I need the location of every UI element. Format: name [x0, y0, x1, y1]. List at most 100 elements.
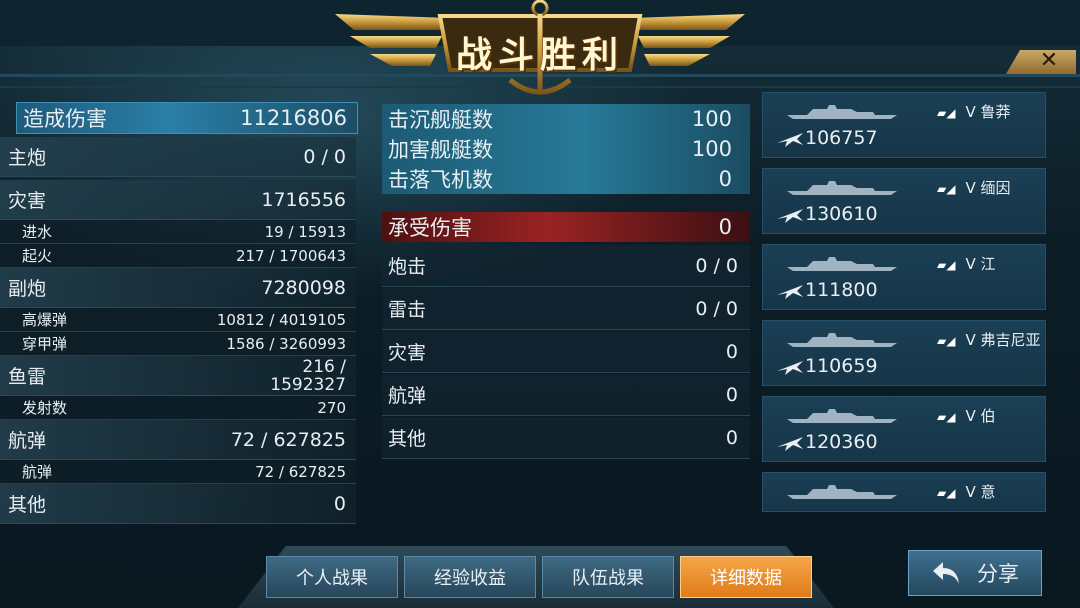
row-label: 发射数 — [22, 399, 68, 417]
row-value: 72 / 627825 — [255, 462, 346, 481]
row-label: 灾害 — [388, 342, 427, 364]
row-label: 航弹 — [8, 430, 47, 452]
victory-title: 战斗胜利 — [455, 35, 624, 76]
row-value: 270 — [317, 398, 346, 417]
damage-row-bombs-sub: 航弹 72 / 627825 — [0, 460, 356, 484]
tab-label: 详细数据 — [710, 568, 782, 589]
damage-row-ap: 穿甲弹 1586 / 3260993 — [0, 332, 356, 356]
row-label: 击落飞机数 — [388, 168, 493, 192]
tab-label: 经验收益 — [434, 568, 506, 589]
row-label: 击沉舰艇数 — [388, 108, 493, 132]
row-label: 进水 — [22, 223, 53, 241]
battleship-icon — [787, 257, 897, 271]
row-value: 100 — [691, 107, 732, 131]
row-label: 主炮 — [8, 147, 47, 169]
row-value: 19 / 15913 — [264, 222, 346, 241]
damage-received-header: 承受伤害 0 — [382, 212, 750, 242]
battleship-icon — [787, 181, 897, 195]
ship-tier: V — [965, 179, 976, 197]
row-label: 副炮 — [8, 278, 47, 300]
battleship-icon — [787, 485, 897, 499]
damage-row-launched: 发射数 270 — [0, 396, 356, 420]
row-value: 0 / 0 — [303, 145, 346, 168]
row-value: 0 / 0 — [695, 297, 738, 320]
kills-row-planes: 击落飞机数 0 — [382, 164, 750, 194]
battleship-icon — [787, 333, 897, 347]
share-button[interactable]: 分享 — [908, 550, 1042, 596]
row-value: 10812 / 4019105 — [216, 310, 346, 329]
row-value: 100 — [691, 137, 732, 161]
ship-card[interactable]: ▰◢ V 伯 120360 — [762, 396, 1046, 462]
ship-score: 120360 — [805, 431, 878, 453]
ship-card[interactable]: ▰◢ V 江 111800 — [762, 244, 1046, 310]
chevron-rank-icon: ▰◢ — [937, 258, 956, 272]
received-row-torpedo: 雷击 0 / 0 — [382, 288, 750, 330]
tab-team-results[interactable]: 队伍战果 — [542, 556, 674, 598]
battleship-icon — [787, 105, 897, 119]
damage-received-label: 承受伤害 — [388, 216, 472, 240]
ship-card[interactable]: ▰◢ V 鲁莽 106757 — [762, 92, 1046, 158]
ship-card[interactable]: ▰◢ V 意 — [762, 472, 1046, 512]
ship-tier: V — [965, 331, 976, 349]
damage-dealt-total: 11216806 — [240, 106, 347, 130]
ship-tier: V — [965, 255, 976, 273]
damage-row-torpedo: 鱼雷 216 / 1592327 — [0, 356, 356, 396]
received-row-other: 其他 0 — [382, 417, 750, 459]
aircraft-icon — [777, 437, 803, 451]
close-icon: ✕ — [1039, 48, 1059, 73]
row-value: 7280098 — [261, 276, 346, 299]
ship-tier: V — [965, 407, 976, 425]
damage-dealt-label: 造成伤害 — [23, 107, 107, 131]
row-label: 炮击 — [388, 256, 427, 278]
received-row-shell: 炮击 0 / 0 — [382, 245, 750, 287]
chevron-rank-icon: ▰◢ — [937, 486, 956, 500]
row-label: 穿甲弹 — [22, 335, 68, 353]
ship-score: 110659 — [805, 355, 878, 377]
chevron-rank-icon: ▰◢ — [937, 410, 956, 424]
chevron-rank-icon: ▰◢ — [937, 182, 956, 196]
ship-name: 缅因 — [980, 179, 1011, 197]
row-label: 航弹 — [22, 463, 53, 481]
ship-name: 弗吉尼亚 — [980, 331, 1041, 349]
ship-tier: V — [965, 103, 976, 121]
row-label: 航弹 — [388, 385, 427, 407]
torpedo-value-line2: 1592327 — [270, 374, 346, 395]
row-value: 0 / 0 — [695, 254, 738, 277]
ship-name: 伯 — [980, 407, 996, 425]
victory-banner: 战斗胜利 — [330, 0, 750, 104]
damage-row-bombs: 航弹 72 / 627825 — [0, 420, 356, 460]
row-label: 灾害 — [8, 190, 47, 212]
tab-label: 队伍战果 — [572, 568, 644, 589]
tab-detailed-data[interactable]: 详细数据 — [680, 556, 812, 598]
row-value: 216 / 1592327 — [270, 358, 356, 394]
ship-card[interactable]: ▰◢ V 弗吉尼亚 110659 — [762, 320, 1046, 386]
tab-experience[interactable]: 经验收益 — [404, 556, 536, 598]
row-label: 加害舰艇数 — [388, 138, 493, 162]
received-row-bomb: 航弹 0 — [382, 374, 750, 416]
damage-received-total: 0 — [718, 215, 732, 239]
kills-row-damaged: 加害舰艇数 100 — [382, 134, 750, 164]
torpedo-value-line1: 216 / — [302, 356, 346, 377]
ship-score: 106757 — [805, 127, 878, 149]
kills-row-sunk: 击沉舰艇数 100 — [382, 104, 750, 134]
received-row-hazard: 灾害 0 — [382, 331, 750, 373]
row-value: 0 — [725, 426, 738, 449]
damage-row-other: 其他 0 — [0, 484, 356, 524]
return-arrow-icon — [933, 562, 959, 584]
ship-name: 意 — [980, 483, 996, 501]
row-value: 0 — [725, 340, 738, 363]
damage-row-he: 高爆弹 10812 / 4019105 — [0, 308, 356, 332]
damage-row-flooding: 进水 19 / 15913 — [0, 220, 356, 244]
ship-card[interactable]: ▰◢ V 缅因 130610 — [762, 168, 1046, 234]
row-value: 0 — [718, 167, 732, 191]
row-label: 高爆弹 — [22, 311, 68, 329]
row-value: 0 — [333, 492, 346, 515]
row-value: 217 / 1700643 — [235, 246, 346, 265]
row-label: 鱼雷 — [8, 366, 47, 388]
aircraft-icon — [777, 361, 803, 375]
tab-personal-results[interactable]: 个人战果 — [266, 556, 398, 598]
row-label: 其他 — [8, 494, 47, 516]
row-value: 0 — [725, 383, 738, 406]
damage-row-fire: 起火 217 / 1700643 — [0, 244, 356, 268]
row-label: 雷击 — [388, 299, 427, 321]
